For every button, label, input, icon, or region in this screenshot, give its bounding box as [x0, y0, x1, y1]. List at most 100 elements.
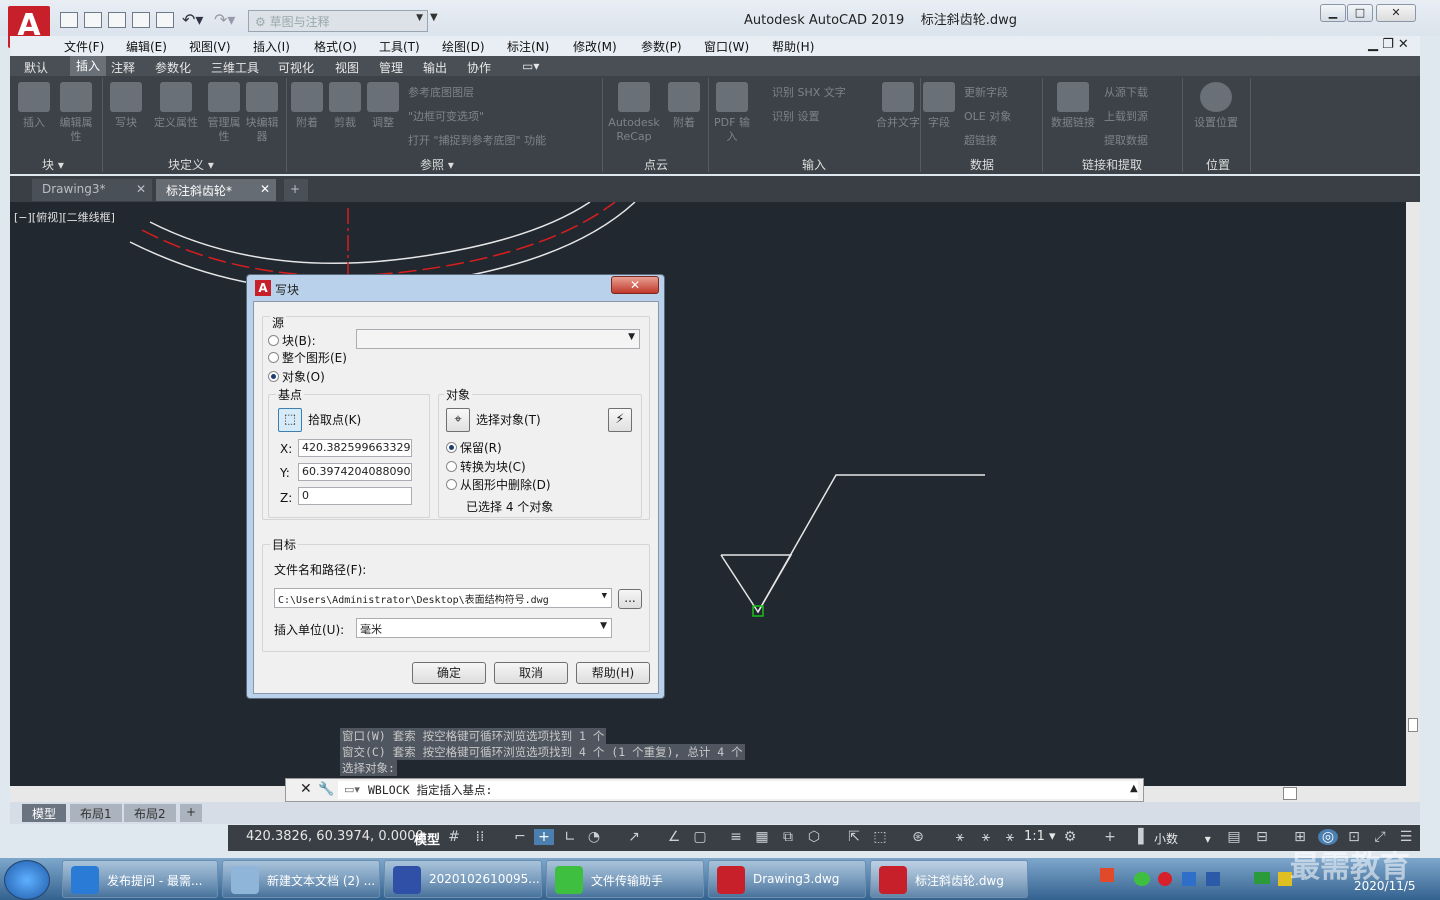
tray-weibo-icon[interactable] [1158, 872, 1172, 886]
adjust-button[interactable]: 调整 [366, 82, 400, 130]
block-name-dropdown[interactable]: ▼ [356, 329, 640, 349]
menu-insert[interactable]: 插入(I) [253, 38, 290, 55]
ole-object-button[interactable]: OLE 对象 [964, 108, 1011, 124]
menu-dimension[interactable]: 标注(N) [507, 38, 549, 55]
insert-block-button[interactable]: 插入 [14, 82, 54, 130]
menu-tools[interactable]: 工具(T) [379, 38, 420, 55]
combine-text-button[interactable]: 合并文字 [876, 82, 920, 130]
menu-draw[interactable]: 绘图(D) [442, 38, 485, 55]
units-icon[interactable]: ▐ [1128, 829, 1148, 845]
tray-nvidia-icon[interactable] [1254, 872, 1270, 884]
radio-delete[interactable]: 从图形中删除(D) [446, 476, 551, 493]
close-icon[interactable]: ✕ [260, 182, 270, 196]
coordinate-readout[interactable]: 420.3826, 60.3974, 0.0000 [246, 829, 424, 844]
close-icon[interactable]: ✕ [136, 182, 146, 196]
select-objects-button[interactable]: ⌖ [446, 408, 470, 432]
model-space-toggle[interactable]: 模型 [414, 829, 440, 848]
data-link-button[interactable]: 数据链接 [1046, 82, 1100, 130]
snap-to-underlay-button[interactable]: 打开 "捕捉到参考底图" 功能 [408, 132, 546, 148]
tab-insert[interactable]: 插入 [70, 56, 107, 76]
vertical-scrollbar[interactable] [1406, 202, 1420, 786]
menu-format[interactable]: 格式(O) [314, 38, 357, 55]
help-button[interactable]: 帮助(H) [576, 662, 650, 684]
block-editor-button[interactable]: 块编辑器 [244, 82, 280, 144]
radio-retain[interactable]: 保留(R) [446, 439, 502, 456]
menu-parametric[interactable]: 参数(P) [641, 38, 682, 55]
transparency-icon[interactable]: ▦ [752, 829, 772, 845]
scrollbar-thumb[interactable] [1408, 718, 1418, 732]
taskbar-item-wechat[interactable]: 文件传输助手 [546, 860, 704, 898]
ok-button[interactable]: 确定 [412, 662, 486, 684]
layout-tab-model[interactable]: 模型 [22, 804, 67, 822]
radio-button[interactable] [268, 352, 279, 363]
grid-icon[interactable]: # [444, 829, 464, 845]
annotation-monitor-icon[interactable]: + [1100, 829, 1120, 845]
taskbar-item-gear-drawing[interactable]: 标注斜齿轮.dwg [870, 860, 1028, 898]
field-button[interactable]: 字段 [922, 82, 956, 130]
polar-icon[interactable]: ◔ [584, 829, 604, 845]
layout-tab-layout1[interactable]: 布局1 [70, 804, 122, 822]
radio-button[interactable] [268, 335, 279, 346]
lock-ui-icon[interactable]: ⊟ [1252, 829, 1272, 845]
chevron-up-icon[interactable]: ▲ [1130, 783, 1138, 794]
annotation-scale-icon[interactable]: ⚹ [1000, 829, 1020, 845]
close-button[interactable]: ✕ [1376, 4, 1416, 22]
auto-scale-icon[interactable]: ⚹ [976, 829, 996, 845]
z-coordinate-input[interactable]: 0 [298, 487, 412, 505]
selection-cycling-icon[interactable]: ⧉ [778, 829, 798, 845]
file-tab-gear[interactable]: 标注斜齿轮* ✕ [156, 179, 276, 201]
panel-label-block[interactable]: 块 ▾ [42, 156, 64, 173]
radio-block[interactable]: 块(B): [268, 332, 316, 349]
tab-annotate[interactable]: 注释 [111, 59, 135, 76]
object-snap-tracking-icon[interactable]: ∠ [664, 829, 684, 845]
dialog-close-button[interactable]: ✕ [611, 276, 659, 294]
edit-attributes-button[interactable]: 编辑属性 [56, 82, 96, 144]
radio-objects[interactable]: 对象(O) [268, 368, 325, 385]
dynamic-ucs-icon[interactable]: ⇱ [844, 829, 864, 845]
save-icon[interactable] [108, 12, 126, 28]
filename-input[interactable]: C:\Users\Administrator\Desktop\表面结构符号.dw… [274, 588, 612, 608]
menu-file[interactable]: 文件(F) [64, 38, 104, 55]
tray-wechat-icon[interactable] [1134, 872, 1150, 886]
menu-modify[interactable]: 修改(M) [573, 38, 617, 55]
ribbon-options-icon[interactable]: ▭▾ [522, 59, 539, 73]
workspace-gear-icon[interactable]: ⚙ [1060, 829, 1080, 845]
maximize-button[interactable]: □ [1347, 4, 1373, 22]
doc-window-controls[interactable]: ▁ ❐ ✕ [1368, 37, 1409, 52]
isodraft-icon[interactable]: ↗ [624, 829, 644, 845]
menu-edit[interactable]: 编辑(E) [126, 38, 167, 55]
tab-output[interactable]: 输出 [423, 59, 447, 76]
selection-filter-icon[interactable]: ⬚ [870, 829, 890, 845]
tab-default[interactable]: 默认 [24, 59, 48, 76]
ortho-icon[interactable]: ∟ [560, 829, 580, 845]
new-tab-button[interactable]: + [284, 179, 308, 201]
frames-variable-dropdown[interactable]: "边框可变选项" [408, 108, 484, 124]
taskbar-item-visio[interactable]: 2020102610095... [384, 860, 542, 898]
lineweight-icon[interactable]: ≡ [726, 829, 746, 845]
workspace-dropdown[interactable]: ⚙ 草图与注释 ▼ [248, 10, 428, 32]
taskbar-item-drawing3[interactable]: Drawing3.dwg [708, 860, 866, 898]
hyperlink-button[interactable]: 超链接 [964, 132, 997, 148]
update-fields-button[interactable]: 更新字段 [964, 84, 1008, 100]
save-as-icon[interactable] [132, 12, 150, 28]
panel-label-block-definition[interactable]: 块定义 ▾ [168, 156, 214, 173]
underlay-layers-button[interactable]: 参考底图图层 [408, 84, 474, 100]
tray-shield-icon[interactable] [1182, 872, 1196, 886]
close-icon[interactable]: ✕ [300, 781, 312, 797]
redo-icon[interactable]: ↷▾ [214, 10, 235, 29]
start-button[interactable] [4, 860, 50, 900]
minimize-button[interactable]: ▁ [1320, 4, 1346, 22]
command-input[interactable]: WBLOCK 指定插入基点: [338, 781, 1138, 799]
object-snap-icon[interactable]: ▢ [690, 829, 710, 845]
radio-button[interactable] [268, 371, 279, 382]
x-coordinate-input[interactable]: 420.3825996633295 [298, 439, 412, 457]
tab-collaborate[interactable]: 协作 [467, 59, 491, 76]
tray-network-icon[interactable] [1206, 872, 1220, 886]
dialog-titlebar[interactable]: A 写块 [255, 279, 645, 299]
extract-data-button[interactable]: 提取数据 [1104, 132, 1148, 148]
open-file-icon[interactable] [84, 12, 102, 28]
tab-view[interactable]: 视图 [335, 59, 359, 76]
pick-point-button[interactable]: ⬚ [278, 408, 302, 432]
quick-properties-icon[interactable]: ▤ [1224, 829, 1244, 845]
undo-icon[interactable]: ↶▾ [182, 10, 203, 29]
